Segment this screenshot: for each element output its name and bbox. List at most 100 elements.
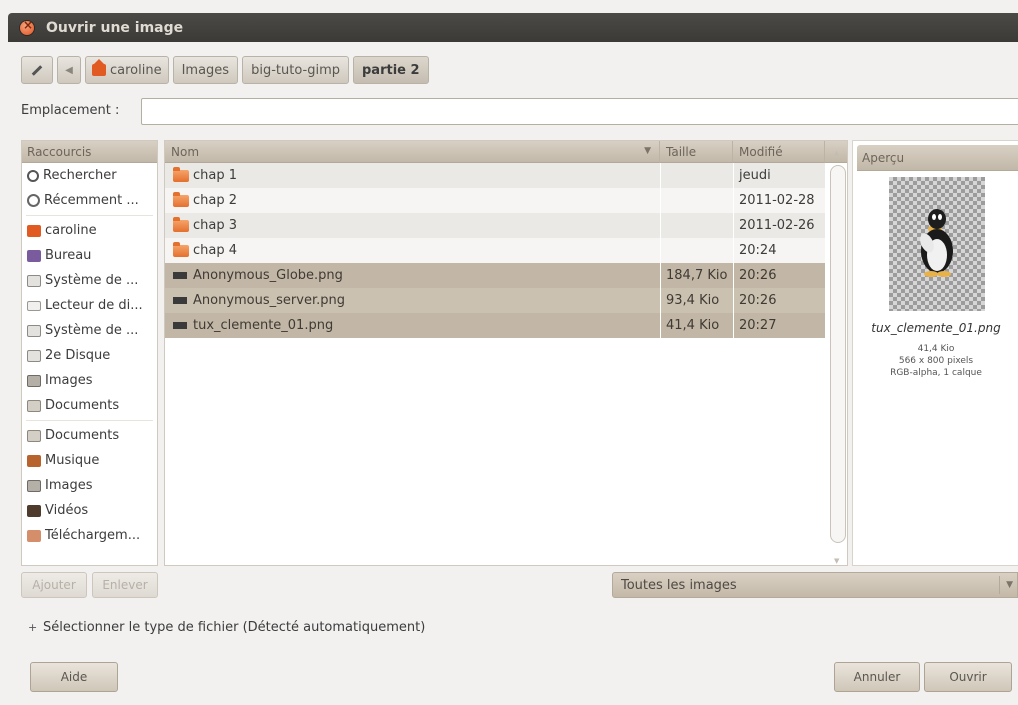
crumb-images[interactable]: Images <box>172 56 239 84</box>
crumb-partie-2[interactable]: partie 2 <box>353 56 429 84</box>
table-row[interactable]: chap 4 20:24 <box>165 238 847 263</box>
crumb-label: big-tuto-gimp <box>251 62 340 78</box>
file-modified: 2011-02-26 <box>733 213 825 238</box>
pictures-folder-icon <box>27 479 41 492</box>
scroll-down-arrow-icon[interactable]: ▼ <box>834 557 839 565</box>
shortcut-documents[interactable]: Documents <box>22 393 157 418</box>
preview-filename: tux_clemente_01.png <box>871 321 1001 335</box>
home-icon <box>92 59 106 76</box>
crumb-label: partie 2 <box>362 62 420 78</box>
path-bar: ◀ caroline Images big-tuto-gimp partie 2 <box>21 56 429 84</box>
image-file-icon <box>173 297 187 304</box>
edit-path-button[interactable] <box>21 56 53 84</box>
shortcut-drive[interactable]: Lecteur de di... <box>22 293 157 318</box>
location-label: Emplacement : <box>21 103 120 118</box>
shortcut-label: Rechercher <box>43 168 117 183</box>
shortcut-filesystem-2[interactable]: Système de ... <box>22 318 157 343</box>
shortcut-home[interactable]: caroline <box>22 218 157 243</box>
preview-color-info: RGB-alpha, 1 calque <box>890 368 982 378</box>
folder-icon <box>173 216 189 232</box>
file-size <box>660 213 733 238</box>
shortcut-desktop[interactable]: Bureau <box>22 243 157 268</box>
file-modified: 20:26 <box>733 288 825 313</box>
crumb-big-tuto-gimp[interactable]: big-tuto-gimp <box>242 56 349 84</box>
table-row-selected[interactable]: tux_clemente_01.png 41,4 Kio 20:27 <box>165 313 847 338</box>
file-modified: 20:26 <box>733 263 825 288</box>
desktop-icon <box>27 249 41 262</box>
preview-size: 41,4 Kio <box>917 344 955 354</box>
shortcut-filesystem[interactable]: Système de ... <box>22 268 157 293</box>
file-chooser-dialog: ◀ caroline Images big-tuto-gimp partie 2… <box>8 42 1018 705</box>
shortcut-label: 2e Disque <box>45 348 111 363</box>
preview-info: 41,4 Kio 566 x 800 pixels RGB-alpha, 1 c… <box>853 343 1018 379</box>
filesystem-icon <box>27 324 41 337</box>
image-file-icon <box>173 322 187 329</box>
file-name: chap 4 <box>193 243 238 258</box>
table-row-selected[interactable]: Anonymous_Globe.png 184,7 Kio 20:26 <box>165 263 847 288</box>
crumb-caroline[interactable]: caroline <box>85 56 169 84</box>
close-icon[interactable] <box>20 18 34 35</box>
disk-icon <box>27 349 41 362</box>
shortcut-label: Documents <box>45 398 120 413</box>
path-scroll-left-button[interactable]: ◀ <box>57 56 81 84</box>
table-row[interactable]: chap 1 jeudi <box>165 163 847 188</box>
column-header-name[interactable]: Nom ▼ <box>165 141 660 163</box>
add-bookmark-button[interactable]: Ajouter <box>21 572 87 598</box>
shortcut-label: Images <box>45 478 93 493</box>
pictures-folder-icon <box>27 374 41 387</box>
shortcuts-pane: Raccourcis Rechercher Récemment ... caro… <box>21 140 158 566</box>
column-header-modified[interactable]: Modifié <box>733 141 825 163</box>
shortcut-label: Bureau <box>45 248 92 263</box>
sort-descending-icon: ▼ <box>644 146 651 156</box>
remove-bookmark-button[interactable]: Enlever <box>92 572 158 598</box>
bookmark-videos[interactable]: Vidéos <box>22 498 157 523</box>
shortcut-label: Système de ... <box>45 323 139 338</box>
file-size: 41,4 Kio <box>660 313 733 338</box>
column-header-size[interactable]: Taille <box>660 141 733 163</box>
bookmark-downloads[interactable]: Téléchargem... <box>22 523 157 548</box>
documents-folder-icon <box>27 429 41 442</box>
file-list: Nom ▼ Taille Modifié chap 1 jeudi chap 2… <box>164 140 848 566</box>
shortcut-label: Récemment ... <box>44 193 139 208</box>
table-row[interactable]: chap 2 2011-02-28 <box>165 188 847 213</box>
separator <box>26 420 153 421</box>
bookmark-documents[interactable]: Documents <box>22 423 157 448</box>
shortcut-label: Téléchargem... <box>45 528 141 543</box>
file-name: chap 3 <box>193 218 238 233</box>
crumb-label: caroline <box>110 62 162 78</box>
open-button[interactable]: Ouvrir <box>924 662 1012 692</box>
shortcut-search[interactable]: Rechercher <box>22 163 157 188</box>
bookmark-music[interactable]: Musique <box>22 448 157 473</box>
file-name: Anonymous_server.png <box>193 293 345 308</box>
music-folder-icon <box>27 454 41 467</box>
scrollbar-thumb[interactable] <box>830 165 846 543</box>
file-type-filter-select[interactable]: Toutes les images ▼ <box>612 572 1018 598</box>
shortcut-label: Système de ... <box>45 273 139 288</box>
shortcut-images[interactable]: Images <box>22 368 157 393</box>
location-input[interactable] <box>141 98 1018 125</box>
shortcut-second-disk[interactable]: 2e Disque <box>22 343 157 368</box>
file-size <box>660 163 733 188</box>
folder-icon <box>173 191 189 207</box>
expand-plus-icon[interactable]: + <box>28 622 37 633</box>
title-bar: Ouvrir une image <box>8 13 1018 42</box>
file-name: tux_clemente_01.png <box>193 318 334 333</box>
pencil-icon <box>31 64 43 76</box>
file-type-expander[interactable]: + Sélectionner le type de fichier (Détec… <box>28 620 425 635</box>
file-modified: 20:27 <box>733 313 825 338</box>
table-row-selected[interactable]: Anonymous_server.png 93,4 Kio 20:26 <box>165 288 847 313</box>
preview-thumbnail <box>889 177 985 311</box>
scroll-up-arrow-icon[interactable]: ▲ <box>834 149 839 157</box>
vertical-scrollbar[interactable]: ▲ ▼ <box>829 149 846 565</box>
filter-selected-value: Toutes les images <box>621 577 737 593</box>
shortcut-label: Vidéos <box>45 503 89 518</box>
file-name: chap 1 <box>193 168 238 183</box>
shortcut-recent[interactable]: Récemment ... <box>22 188 157 213</box>
shortcut-label: Documents <box>45 428 120 443</box>
shortcut-label: Musique <box>45 453 100 468</box>
bookmark-images[interactable]: Images <box>22 473 157 498</box>
file-size <box>660 238 733 263</box>
table-row[interactable]: chap 3 2011-02-26 <box>165 213 847 238</box>
help-button[interactable]: Aide <box>30 662 118 692</box>
cancel-button[interactable]: Annuler <box>834 662 920 692</box>
